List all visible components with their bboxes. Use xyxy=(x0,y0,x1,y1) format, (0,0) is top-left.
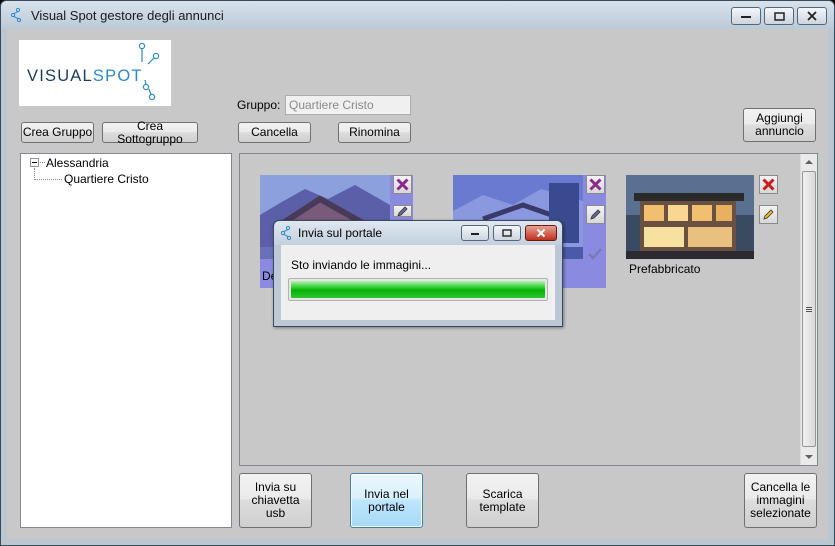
edit-button[interactable] xyxy=(393,205,412,217)
delete-button[interactable] xyxy=(759,175,778,194)
invia-usb-button[interactable]: Invia su chiavetta usb xyxy=(239,473,312,528)
delete-button[interactable] xyxy=(393,175,412,194)
close-button[interactable] xyxy=(797,7,827,25)
edit-button[interactable] xyxy=(759,205,778,224)
scarica-template-button[interactable]: Scarica template xyxy=(466,473,539,528)
delete-button[interactable] xyxy=(586,175,605,194)
maximize-button[interactable] xyxy=(764,7,794,25)
visual-spot-logo: VISUALSPOT xyxy=(19,40,171,106)
progress-fill xyxy=(291,281,545,298)
pencil-icon xyxy=(763,209,774,220)
app-icon xyxy=(280,225,292,241)
dialog-minimize-button[interactable] xyxy=(461,225,489,241)
listing-item[interactable]: Prefabbricato xyxy=(626,175,779,288)
group-tree[interactable]: Alessandria Quartiere Cristo xyxy=(20,153,232,528)
scroll-up-icon[interactable] xyxy=(805,160,813,164)
scrollbar-thumb[interactable] xyxy=(802,171,816,447)
logo-text: VISUALSPOT xyxy=(27,67,143,85)
close-icon xyxy=(536,228,546,238)
delete-x-icon xyxy=(396,178,409,191)
delete-x-icon xyxy=(589,178,602,191)
pencil-icon xyxy=(397,206,408,216)
edit-button[interactable] xyxy=(586,205,605,224)
tree-collapse-icon[interactable] xyxy=(30,158,39,167)
group-label: Gruppo: xyxy=(237,98,281,112)
dialog-close-button[interactable] xyxy=(525,225,557,241)
scroll-down-icon[interactable] xyxy=(805,455,813,459)
tree-node-alessandria[interactable]: Alessandria xyxy=(46,156,109,170)
minimize-button[interactable] xyxy=(731,7,761,25)
minimize-icon xyxy=(471,233,479,235)
cancella-immagini-button[interactable]: Cancella le immagini selezionate xyxy=(744,473,817,528)
app-icon xyxy=(10,7,22,23)
upload-dialog: Invia sul portale Sto inviando le immagi… xyxy=(273,220,563,327)
check-icon xyxy=(588,248,602,260)
close-icon xyxy=(807,11,817,21)
tree-node-quartiere-cristo[interactable]: Quartiere Cristo xyxy=(64,172,149,186)
rinomina-button[interactable]: Rinomina xyxy=(338,122,411,143)
aggiungi-annuncio-button[interactable]: Aggiungi annuncio xyxy=(743,108,816,142)
window-title: Visual Spot gestore degli annunci xyxy=(31,8,224,23)
listing-thumbnail[interactable] xyxy=(626,175,754,259)
dialog-title: Invia sul portale xyxy=(298,226,383,240)
title-bar[interactable]: Visual Spot gestore degli annunci xyxy=(1,1,834,29)
cancella-button[interactable]: Cancella xyxy=(238,122,311,143)
client-area: VISUALSPOT Gruppo: Crea Gruppo Crea Sott… xyxy=(7,29,828,539)
group-name-input[interactable] xyxy=(285,95,411,115)
main-window: Visual Spot gestore degli annunci VISUAL… xyxy=(0,0,835,546)
gallery-scrollbar[interactable] xyxy=(800,154,817,465)
dialog-body: Sto inviando le immagini... xyxy=(281,245,555,320)
crea-sottogruppo-button[interactable]: Crea Sottogruppo xyxy=(102,119,198,145)
maximize-icon xyxy=(773,11,785,21)
delete-x-icon xyxy=(762,178,775,191)
upload-progress-bar xyxy=(288,278,548,301)
dialog-title-bar[interactable]: Invia sul portale xyxy=(274,221,562,245)
pencil-icon xyxy=(590,209,601,220)
dialog-maximize-button[interactable] xyxy=(493,225,521,241)
crea-gruppo-button[interactable]: Crea Gruppo xyxy=(21,122,94,143)
dialog-message: Sto inviando le immagini... xyxy=(291,258,432,272)
listing-label: Prefabbricato xyxy=(629,262,701,276)
minimize-icon xyxy=(741,16,751,18)
invia-portale-button[interactable]: Invia nel portale xyxy=(350,473,423,528)
maximize-icon xyxy=(502,229,512,237)
